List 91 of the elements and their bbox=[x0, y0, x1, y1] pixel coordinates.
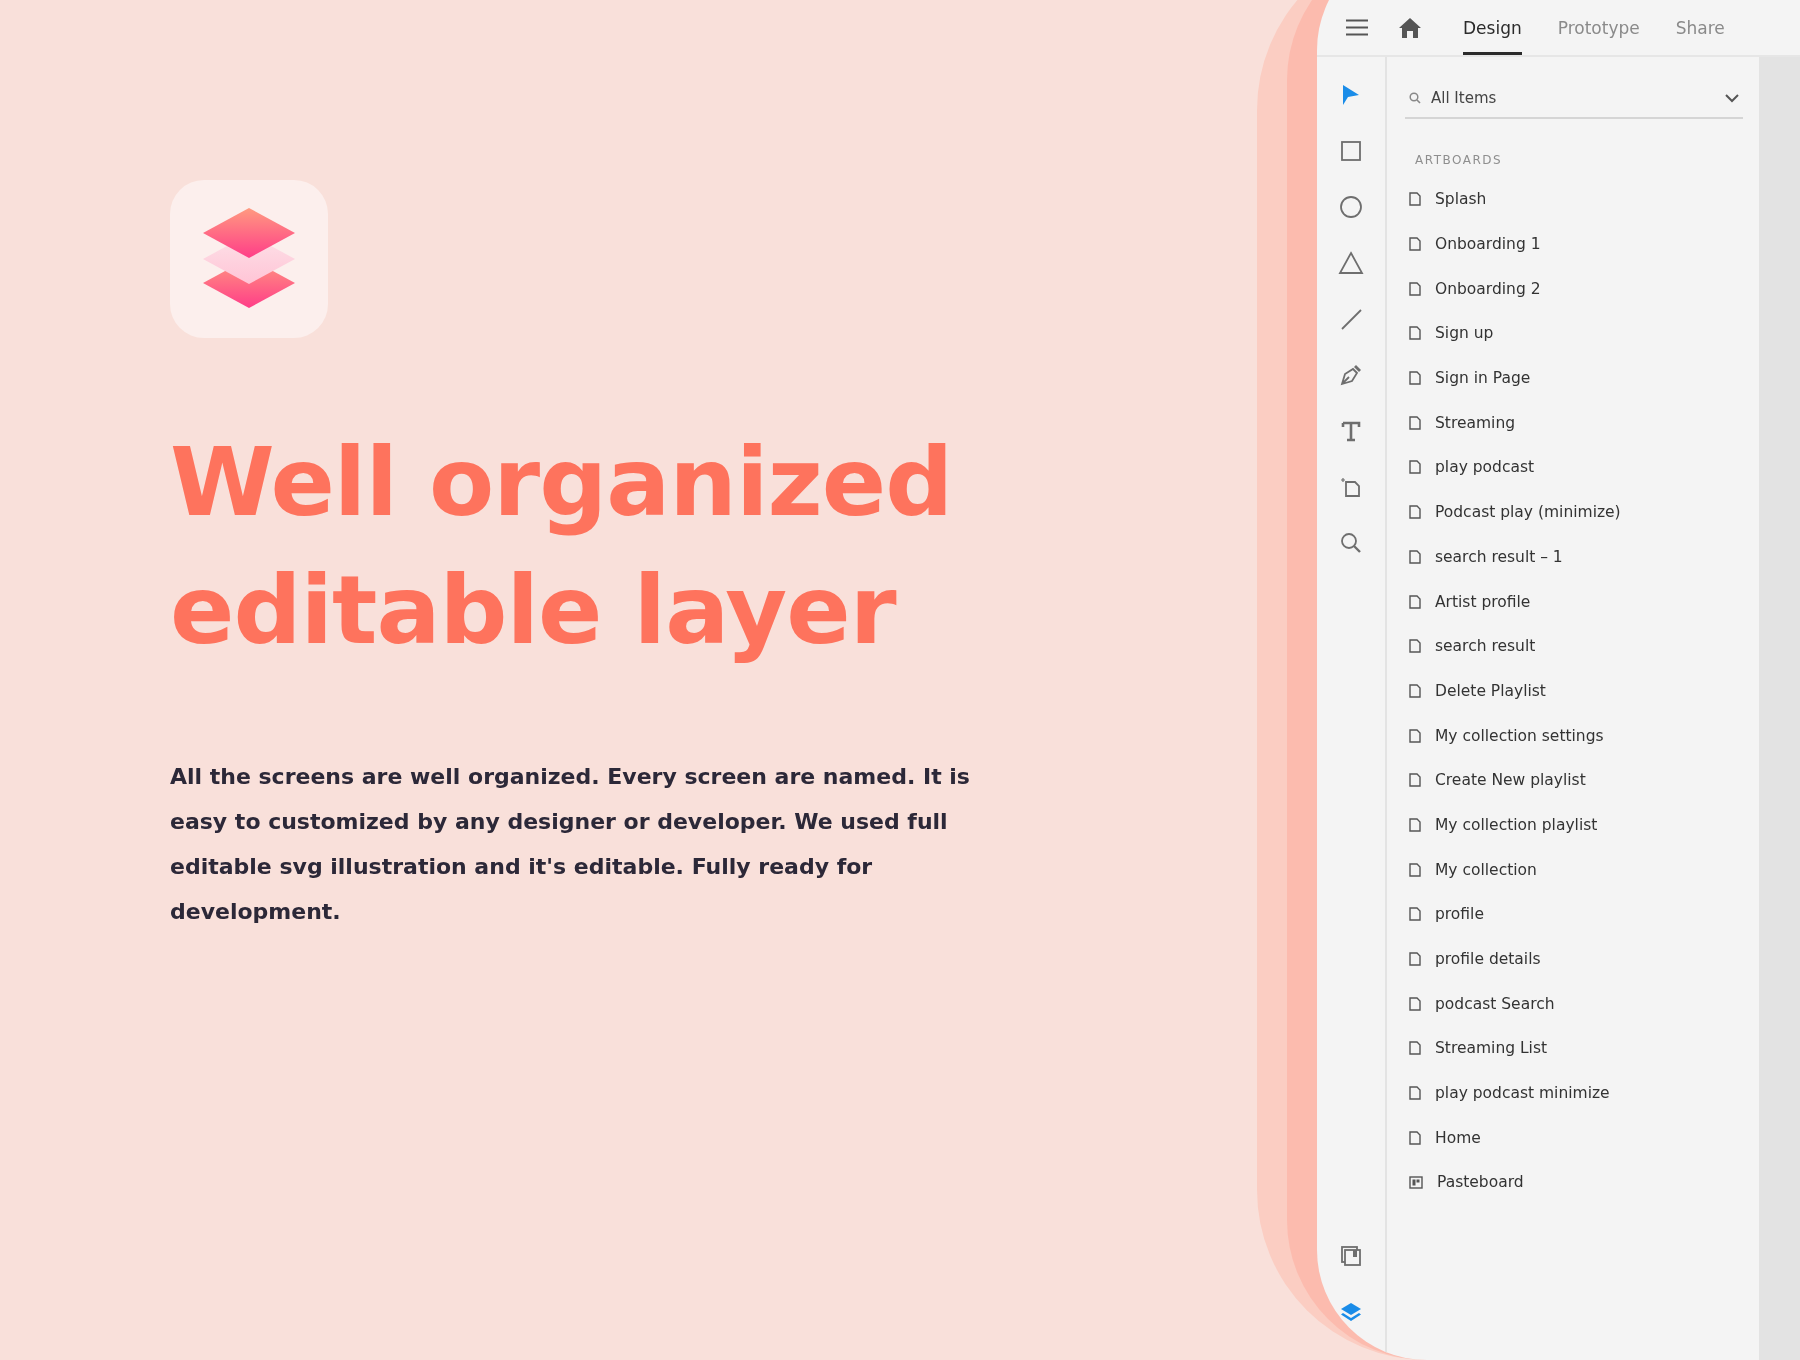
artboard-item[interactable]: play podcast bbox=[1405, 445, 1743, 490]
artboard-name: My collection settings bbox=[1435, 726, 1604, 745]
document-icon bbox=[1409, 326, 1421, 341]
document-icon bbox=[1409, 1086, 1421, 1101]
line-icon bbox=[1339, 307, 1363, 331]
artboard-item[interactable]: Podcast play (minimize) bbox=[1405, 489, 1743, 535]
ellipse-icon bbox=[1339, 195, 1363, 219]
artboard-item[interactable]: My collection playlist bbox=[1405, 802, 1743, 848]
artboard-icon bbox=[1339, 475, 1363, 499]
document-icon bbox=[1409, 952, 1421, 967]
artboard-item[interactable]: Streaming bbox=[1405, 400, 1743, 446]
artboard-name: My collection bbox=[1435, 860, 1537, 879]
artboard-name: play podcast minimize bbox=[1435, 1084, 1610, 1103]
artboard-item[interactable]: podcast Search bbox=[1405, 981, 1743, 1027]
chevron-down-icon bbox=[1725, 93, 1739, 103]
artboard-name: Artist profile bbox=[1435, 592, 1531, 611]
headline: Well organized bbox=[170, 426, 953, 539]
tab[interactable]: Design bbox=[1463, 0, 1522, 55]
document-icon bbox=[1409, 996, 1421, 1011]
document-icon bbox=[1409, 1041, 1421, 1056]
pen-icon bbox=[1339, 363, 1363, 387]
artboard-name: podcast Search bbox=[1435, 994, 1555, 1013]
document-icon bbox=[1409, 415, 1421, 430]
artboard-item[interactable]: Home bbox=[1405, 1115, 1743, 1161]
artboard-name: play podcast bbox=[1435, 458, 1535, 477]
artboard-name: Podcast play (minimize) bbox=[1435, 503, 1621, 522]
artboard-item[interactable]: Artist profile bbox=[1405, 579, 1743, 624]
document-icon bbox=[1409, 639, 1421, 654]
artboard-item[interactable]: search result bbox=[1405, 623, 1743, 669]
artboard-name: Sign up bbox=[1435, 324, 1494, 343]
description-text: All the screens are well organized. Every screen are named. It is easy to customized by any designer or developer. We used full editable svg illustration and it's editable. Fully ready for development. bbox=[170, 763, 970, 926]
document-icon bbox=[1409, 728, 1421, 743]
artboard-item[interactable]: search result – 1 bbox=[1405, 534, 1743, 580]
artboard-name: Onboarding 2 bbox=[1435, 279, 1541, 298]
document-icon bbox=[1409, 862, 1421, 877]
artboard-name: Delete Playlist bbox=[1435, 681, 1546, 700]
document-icon bbox=[1409, 460, 1421, 475]
artboard-name: Onboarding 1 bbox=[1435, 235, 1541, 254]
triangle-icon bbox=[1338, 251, 1364, 275]
assets-icon bbox=[1340, 1245, 1362, 1267]
document-icon bbox=[1409, 907, 1421, 922]
layers-icon bbox=[1340, 1302, 1362, 1322]
artboard-name: Sign in Page bbox=[1435, 369, 1531, 388]
section-heading: ARTBOARDS bbox=[1415, 153, 1504, 167]
artboard-item[interactable]: Onboarding 1 bbox=[1405, 221, 1743, 267]
artboard-item[interactable]: play podcast minimize bbox=[1405, 1070, 1743, 1116]
document-icon bbox=[1409, 817, 1421, 832]
search-icon bbox=[1409, 92, 1421, 104]
search-value: All Items bbox=[1431, 89, 1498, 107]
rectangle-icon bbox=[1340, 140, 1362, 162]
document-icon bbox=[1409, 594, 1421, 609]
artboard-name: Splash bbox=[1435, 190, 1487, 209]
document-icon bbox=[1409, 773, 1421, 788]
artboard-name: Home bbox=[1435, 1128, 1481, 1147]
pasteboard-icon bbox=[1409, 1175, 1423, 1189]
menu-icon bbox=[1346, 19, 1368, 36]
document-icon bbox=[1409, 1130, 1421, 1145]
zoom-icon bbox=[1340, 532, 1362, 554]
artboard-name: profile details bbox=[1435, 950, 1541, 969]
artboard-item[interactable]: profile bbox=[1405, 892, 1743, 937]
artboard-item[interactable]: Splash bbox=[1405, 177, 1743, 222]
home-icon bbox=[1398, 16, 1422, 39]
artboard-name: profile bbox=[1435, 905, 1484, 924]
artboard-name: Streaming List bbox=[1435, 1039, 1548, 1058]
artboard-item[interactable]: My collection settings bbox=[1405, 713, 1743, 758]
artboard-item[interactable]: Sign up bbox=[1405, 311, 1743, 356]
artboard-name: My collection playlist bbox=[1435, 815, 1598, 834]
document-icon bbox=[1409, 281, 1421, 296]
document-icon bbox=[1409, 505, 1421, 520]
document-icon bbox=[1409, 371, 1421, 386]
headline: editable layer bbox=[170, 554, 896, 667]
artboard-name: Pasteboard bbox=[1437, 1173, 1524, 1192]
artboard-item[interactable]: Sign in Page bbox=[1405, 355, 1743, 401]
document-icon bbox=[1409, 549, 1421, 564]
document-icon bbox=[1409, 683, 1421, 698]
artboard-item[interactable]: Streaming List bbox=[1405, 1026, 1743, 1071]
artboard-item[interactable]: Onboarding 2 bbox=[1405, 266, 1743, 312]
artboard-name: Create New playlist bbox=[1435, 771, 1586, 790]
artboard-item[interactable]: My collection bbox=[1405, 847, 1743, 892]
artboard-name: Streaming bbox=[1435, 413, 1516, 432]
artboard-item[interactable]: Delete Playlist bbox=[1405, 668, 1743, 714]
document-icon bbox=[1409, 237, 1421, 252]
artboard-item[interactable]: profile details bbox=[1405, 936, 1743, 982]
artboard-item[interactable]: Create New playlist bbox=[1405, 757, 1743, 803]
artboard-name: search result bbox=[1435, 637, 1536, 656]
text-tool-icon bbox=[1341, 420, 1361, 442]
document-icon bbox=[1409, 192, 1421, 207]
search-field[interactable]: All Items bbox=[1405, 79, 1743, 119]
pointer-icon bbox=[1342, 84, 1360, 106]
artboard-name: search result – 1 bbox=[1435, 547, 1563, 566]
artboard-item[interactable]: Pasteboard bbox=[1405, 1160, 1743, 1205]
